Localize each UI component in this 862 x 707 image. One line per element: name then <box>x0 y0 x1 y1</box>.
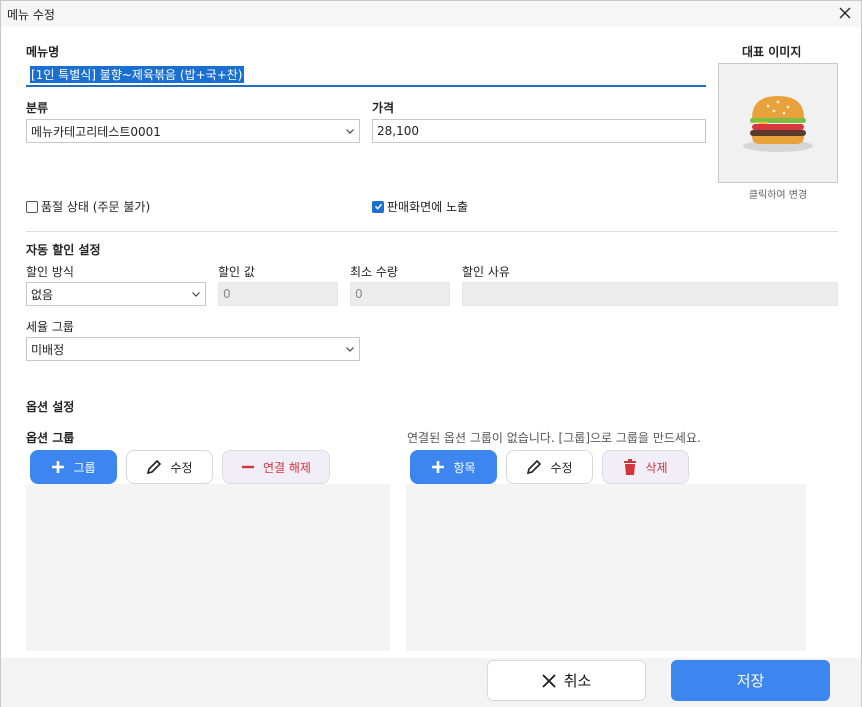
add-item-button[interactable]: 항목 <box>410 450 497 484</box>
divider <box>26 231 838 232</box>
plus-icon <box>52 461 65 473</box>
discount-reason-label: 할인 사유 <box>462 265 510 279</box>
title-bar: 메뉴 수정 <box>1 1 861 27</box>
soldout-checkbox[interactable]: 품절 상태 (주문 불가) <box>26 198 150 215</box>
image-caption: 클릭하여 변경 <box>748 190 808 201</box>
min-qty-value: 0 <box>355 287 363 301</box>
menu-image-picker[interactable] <box>718 63 838 183</box>
image-label: 대표 이미지 <box>742 45 802 59</box>
menu-name-value: [1인 특별식] 불향~제육볶음 (밥+국+찬) <box>30 65 244 83</box>
display-label: 판매화면에 노출 <box>387 200 469 214</box>
discount-section-title: 자동 할인 설정 <box>26 243 101 257</box>
add-group-label: 그룹 <box>73 460 96 475</box>
cancel-button[interactable]: 취소 <box>487 660 646 701</box>
unlink-group-button[interactable]: 연결 해제 <box>222 450 330 484</box>
burger-icon <box>743 96 813 152</box>
discount-method-select[interactable]: 없음 <box>26 282 206 306</box>
menu-name-label: 메뉴명 <box>26 45 60 59</box>
edit-group-label: 수정 <box>170 460 193 475</box>
pencil-icon <box>147 459 162 475</box>
min-qty-input[interactable]: 0 <box>350 282 450 306</box>
discount-value-input[interactable]: 0 <box>218 282 338 306</box>
delete-item-button[interactable]: 삭제 <box>602 450 689 484</box>
min-qty-label: 최소 수량 <box>350 265 398 279</box>
option-group-list[interactable] <box>26 484 390 651</box>
display-checkbox[interactable]: 판매화면에 노출 <box>372 198 468 215</box>
tax-group-value: 미배정 <box>31 342 65 357</box>
pencil-icon <box>527 459 542 475</box>
add-group-button[interactable]: 그룹 <box>30 450 117 484</box>
options-section-title: 옵션 설정 <box>26 400 75 414</box>
delete-item-label: 삭제 <box>645 460 668 475</box>
unlink-group-label: 연결 해제 <box>263 460 311 475</box>
minus-icon <box>242 465 254 469</box>
checkmark-icon <box>372 200 384 213</box>
close-icon <box>542 673 556 688</box>
add-item-label: 항목 <box>453 460 476 475</box>
empty-options-message: 연결된 옵션 그룹이 없습니다. [그룹]으로 그룹을 만드세요. <box>407 431 701 445</box>
plus-icon <box>432 461 445 473</box>
discount-reason-input[interactable] <box>462 282 838 306</box>
option-item-list[interactable] <box>406 484 806 651</box>
menu-name-input[interactable]: [1인 특별식] 불향~제육볶음 (밥+국+찬) <box>26 63 706 87</box>
discount-method-label: 할인 방식 <box>26 265 74 279</box>
price-value: 28,100 <box>377 124 419 138</box>
chevron-down-icon <box>346 347 354 352</box>
dialog-footer: 취소 저장 <box>1 658 861 707</box>
save-label: 저장 <box>736 672 765 690</box>
price-input[interactable]: 28,100 <box>372 119 706 143</box>
close-icon[interactable] <box>837 5 853 21</box>
price-label: 가격 <box>372 101 395 115</box>
option-group-label: 옵션 그룹 <box>26 431 75 445</box>
save-button[interactable]: 저장 <box>671 660 830 701</box>
discount-method-value: 없음 <box>31 287 54 302</box>
edit-menu-dialog: 메뉴 수정 메뉴명 [1인 특별식] 불향~제육볶음 (밥+국+찬) 분류 메뉴… <box>0 0 862 707</box>
category-label: 분류 <box>26 101 49 115</box>
edit-group-button[interactable]: 수정 <box>126 450 213 484</box>
trash-icon <box>624 459 637 475</box>
cancel-label: 취소 <box>563 672 592 690</box>
discount-value-label: 할인 값 <box>218 265 255 279</box>
tax-group-label: 세율 그룹 <box>26 320 74 334</box>
edit-item-label: 수정 <box>550 460 573 475</box>
category-value: 메뉴카테고리테스트0001 <box>31 124 161 139</box>
chevron-down-icon <box>346 129 354 134</box>
window-title: 메뉴 수정 <box>7 8 55 22</box>
chevron-down-icon <box>192 292 200 297</box>
soldout-label: 품절 상태 (주문 불가) <box>41 200 151 214</box>
tax-group-select[interactable]: 미배정 <box>26 337 360 361</box>
discount-value: 0 <box>223 287 231 301</box>
edit-item-button[interactable]: 수정 <box>506 450 593 484</box>
category-select[interactable]: 메뉴카테고리테스트0001 <box>26 119 360 143</box>
checkbox-box <box>26 200 38 213</box>
